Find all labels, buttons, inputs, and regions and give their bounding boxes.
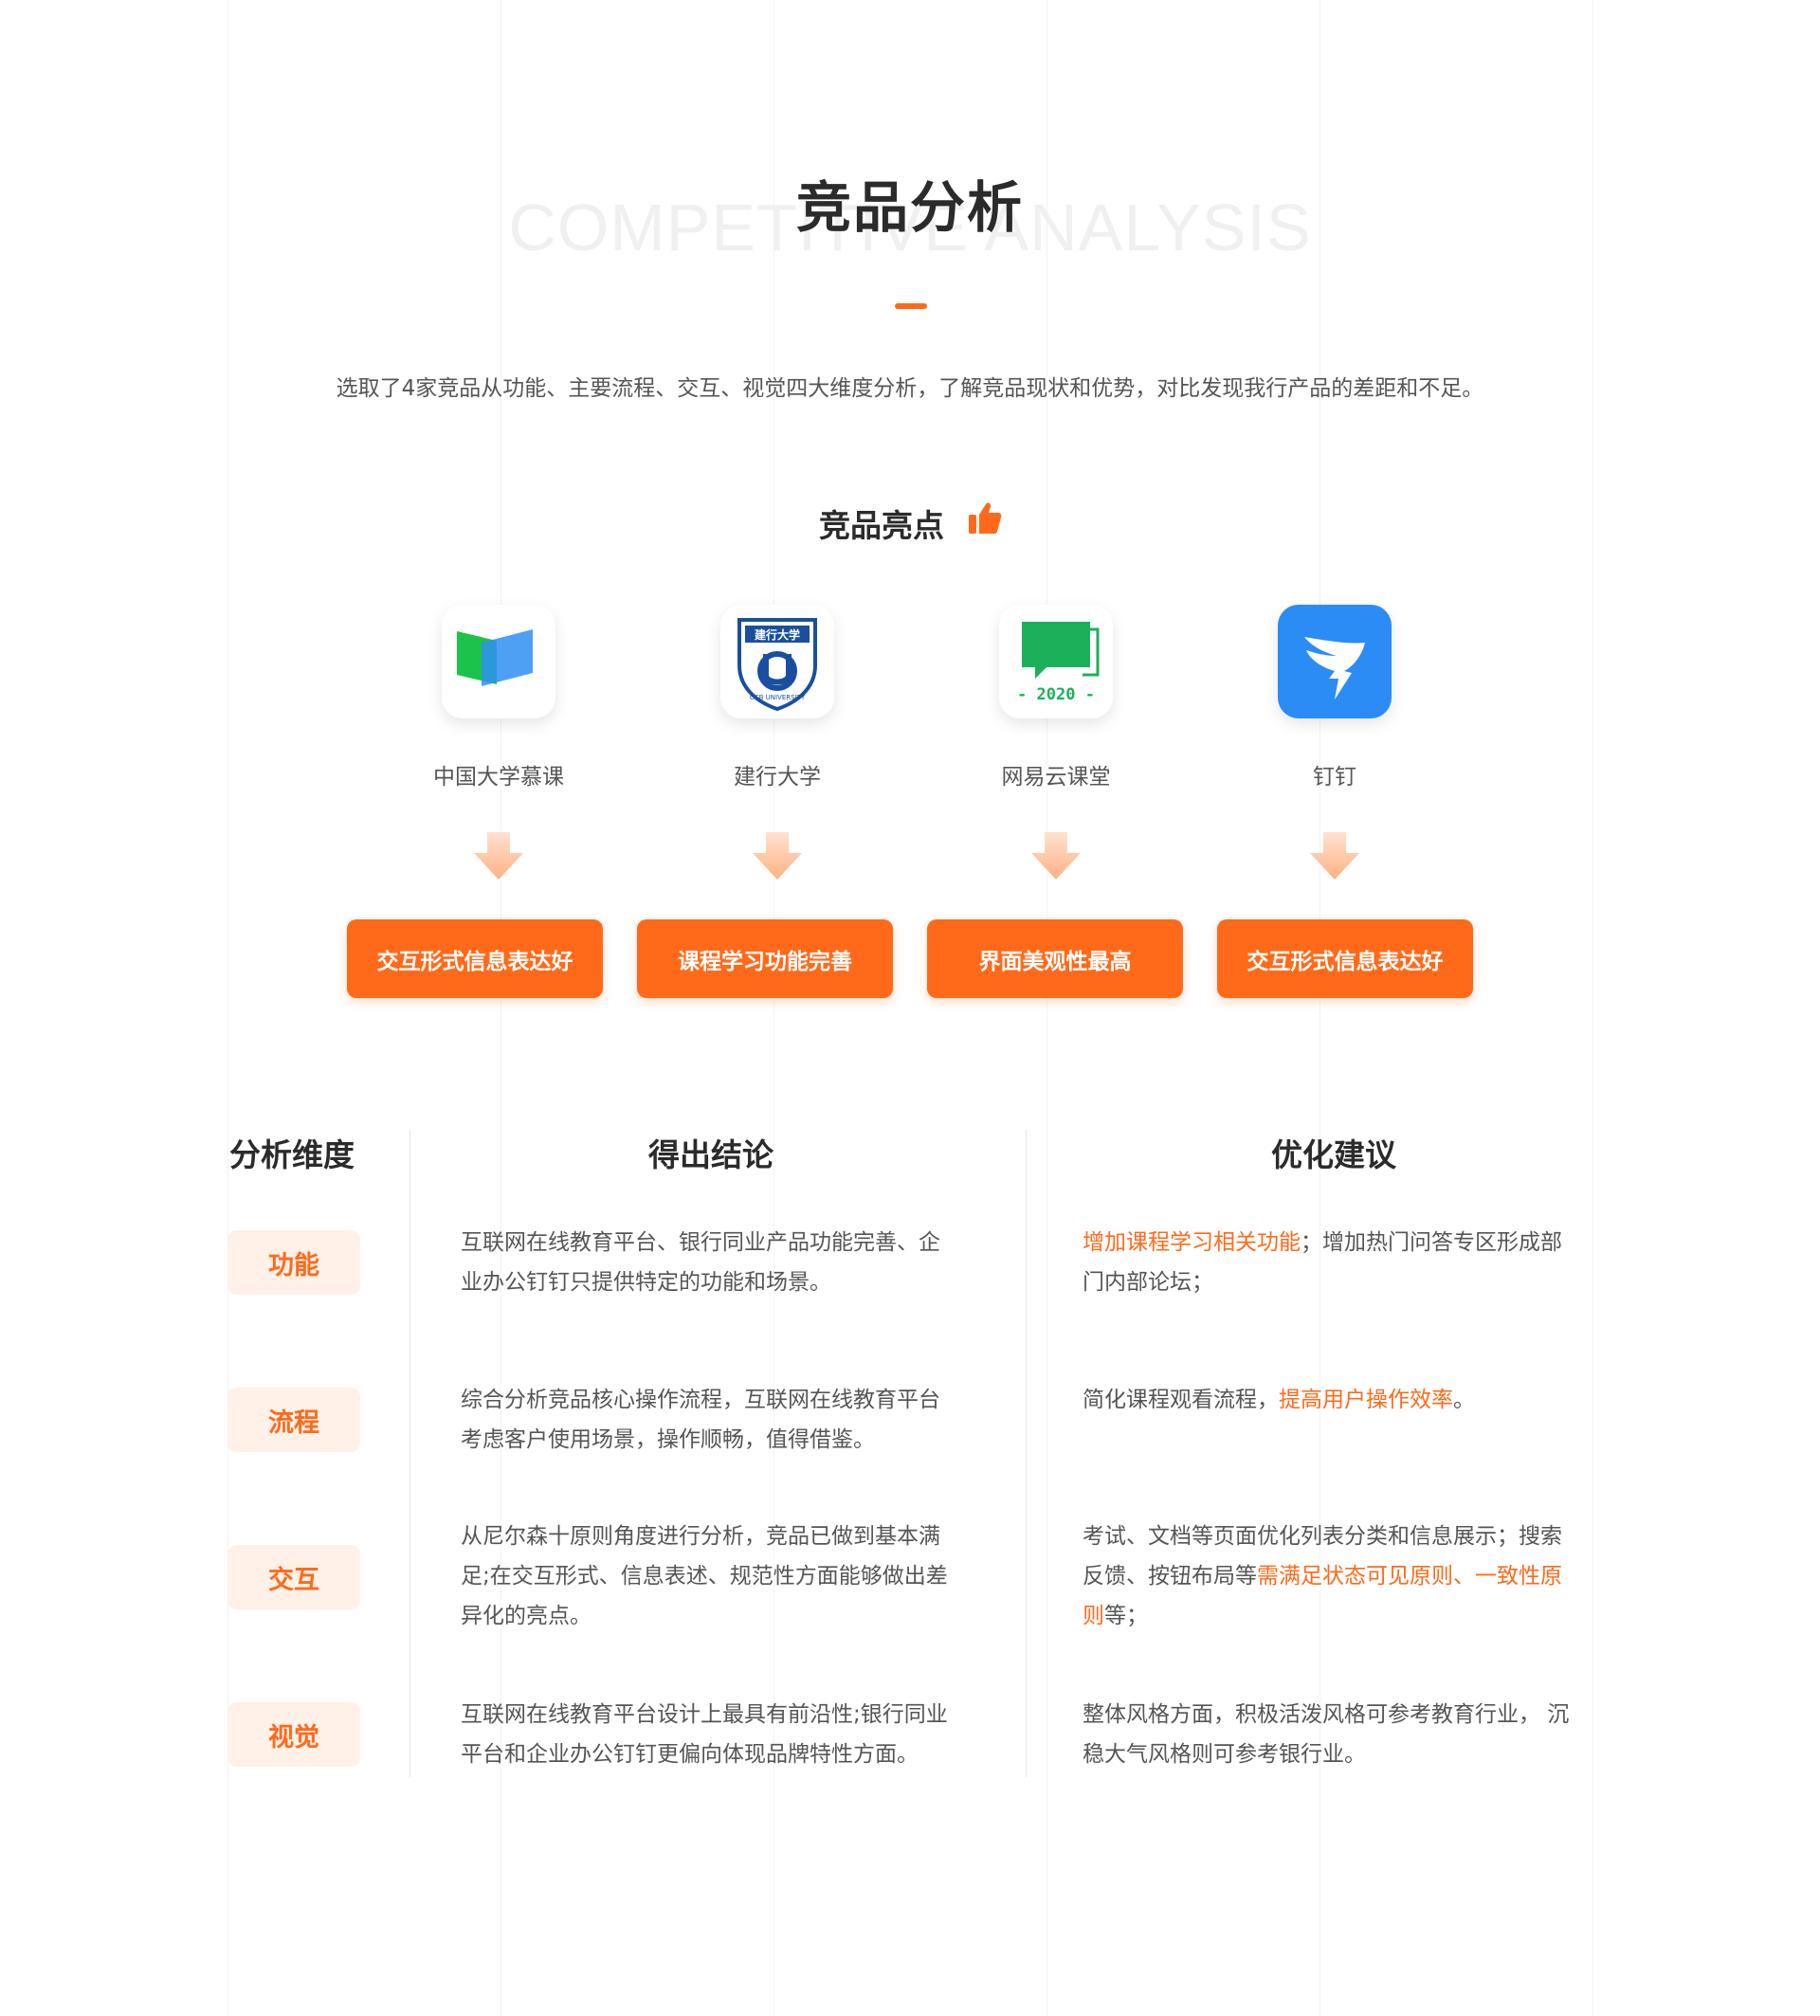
highlighted-suggestion-text: 需满足状态可见原则、一致性原 bbox=[1257, 1564, 1562, 1589]
text-line: 增加课程学习相关功能；增加热门问答专区形成部 bbox=[1083, 1223, 1562, 1262]
suggestion-segment: 考试、文档等页面优化列表分类和信息展示；搜索 bbox=[1083, 1524, 1562, 1549]
text-line: 反馈、按钮布局等需满足状态可见原则、一致性原 bbox=[1083, 1556, 1562, 1596]
conclusion-text: 互联网在线教育平台设计上最具有前沿性;银行同业 平台和企业办公钉钉更偏向体现品牌… bbox=[461, 1695, 948, 1774]
highlighted-suggestion-text: 提高用户操作效率 bbox=[1279, 1388, 1453, 1412]
text-line: 平台和企业办公钉钉更偏向体现品牌特性方面。 bbox=[461, 1742, 919, 1767]
text-line: 整体风格方面，积极活泼风格可参考教育行业， 沉 bbox=[1083, 1695, 1569, 1734]
column-divider bbox=[1026, 1130, 1027, 1777]
highlight-tag: 课程学习功能完善 bbox=[637, 919, 893, 998]
text-line: 简化课程观看流程，提高用户操作效率。 bbox=[1083, 1380, 1475, 1420]
suggestion-segment: 门内部论坛； bbox=[1083, 1270, 1213, 1295]
highlight-tag: 交互形式信息表达好 bbox=[347, 919, 603, 998]
suggestion-segment: 稳大气风格则可参考银行业。 bbox=[1083, 1742, 1366, 1767]
text-line: 考试、文档等页面优化列表分类和信息展示；搜索 bbox=[1083, 1517, 1562, 1556]
text-line: 综合分析竞品核心操作流程，互联网在线教育平台 bbox=[461, 1388, 940, 1412]
suggestion-text: 考试、文档等页面优化列表分类和信息展示；搜索 反馈、按钮布局等需满足状态可见原则… bbox=[1083, 1517, 1562, 1636]
arrow-down-icon bbox=[753, 832, 802, 880]
suggestion-segment: ；增加热门问答专区形成部 bbox=[1301, 1230, 1562, 1255]
thumbs-up-icon bbox=[969, 502, 1002, 534]
guide-line bbox=[1046, 0, 1047, 2016]
highlights-title: 竞品亮点 bbox=[819, 507, 944, 544]
text-line: 业办公钉钉只提供特定的功能和场景。 bbox=[461, 1270, 831, 1295]
ccb-logo-text: 建行大学 bbox=[754, 627, 800, 642]
title-underline bbox=[895, 303, 927, 309]
suggestion-segment: 整体风格方面，积极活泼风格可参考教育行业， 沉 bbox=[1083, 1702, 1570, 1727]
netease-cloud-classroom-app-icon: - 2020 - bbox=[999, 605, 1113, 718]
suggestion-segment: 等； bbox=[1104, 1604, 1148, 1628]
arrow-down-icon bbox=[474, 832, 523, 880]
column-header-suggestion: 优化建议 bbox=[1271, 1136, 1396, 1173]
product-name: 网易云课堂 bbox=[1001, 765, 1111, 790]
conclusion-text: 互联网在线教育平台、银行同业产品功能完善、企 业办公钉钉只提供特定的功能和场景。 bbox=[461, 1223, 940, 1302]
suggestion-text: 简化课程观看流程，提高用户操作效率。 bbox=[1083, 1380, 1475, 1420]
conclusion-text: 综合分析竞品核心操作流程，互联网在线教育平台 考虑客户使用场景，操作顺畅，值得借… bbox=[461, 1380, 940, 1460]
text-line: 互联网在线教育平台、银行同业产品功能完善、企 bbox=[461, 1230, 940, 1255]
intro-text: 选取了4家竞品从功能、主要流程、交互、视觉四大维度分析，了解竞品现状和优势，对比… bbox=[336, 376, 1484, 401]
column-header-dimension: 分析维度 bbox=[229, 1136, 355, 1173]
page-title: 竞品分析 bbox=[795, 175, 1024, 240]
text-line: 异化的亮点。 bbox=[461, 1604, 592, 1628]
text-line: 考虑客户使用场景，操作顺畅，值得借鉴。 bbox=[461, 1427, 875, 1452]
netease-logo-year: - 2020 - bbox=[1017, 685, 1095, 704]
highlight-tag: 交互形式信息表达好 bbox=[1217, 919, 1473, 998]
text-line: 则等； bbox=[1083, 1596, 1562, 1636]
highlighted-suggestion-text: 则 bbox=[1083, 1604, 1104, 1628]
text-line: 从尼尔森十原则角度进行分析，竞品已做到基本满 bbox=[461, 1524, 940, 1549]
arrow-down-icon bbox=[1310, 832, 1359, 880]
column-header-conclusion: 得出结论 bbox=[648, 1136, 774, 1173]
suggestion-segment: 简化课程观看流程， bbox=[1083, 1388, 1279, 1412]
dimension-badge: 功能 bbox=[228, 1230, 360, 1295]
text-line: 互联网在线教育平台设计上最具有前沿性;银行同业 bbox=[461, 1702, 948, 1727]
text-line: 门内部论坛； bbox=[1083, 1262, 1562, 1302]
suggestion-text: 整体风格方面，积极活泼风格可参考教育行业， 沉 稳大气风格则可参考银行业。 bbox=[1083, 1695, 1569, 1774]
suggestion-text: 增加课程学习相关功能；增加热门问答专区形成部 门内部论坛； bbox=[1083, 1223, 1562, 1302]
text-line: 稳大气风格则可参考银行业。 bbox=[1083, 1734, 1569, 1774]
arrow-down-icon bbox=[1031, 832, 1081, 880]
dingtalk-app-icon bbox=[1278, 605, 1392, 718]
highlight-tag: 界面美观性最高 bbox=[927, 919, 1183, 998]
product-name: 建行大学 bbox=[734, 765, 821, 790]
product-name: 钉钉 bbox=[1313, 765, 1356, 790]
icourse-app-icon bbox=[442, 605, 555, 718]
product-name: 中国大学慕课 bbox=[433, 765, 564, 790]
dimension-badge: 交互 bbox=[228, 1545, 360, 1609]
text-line: 足;在交互形式、信息表述、规范性方面能够做出差 bbox=[461, 1564, 948, 1589]
suggestion-segment: 。 bbox=[1453, 1388, 1475, 1412]
guide-line bbox=[1592, 0, 1593, 2016]
conclusion-text: 从尼尔森十原则角度进行分析，竞品已做到基本满 足;在交互形式、信息表述、规范性方… bbox=[461, 1517, 948, 1636]
highlighted-suggestion-text: 增加课程学习相关功能 bbox=[1083, 1230, 1301, 1255]
ccb-logo-ring: CCB UNIVERSITY bbox=[750, 694, 806, 701]
dimension-badge: 流程 bbox=[228, 1388, 360, 1452]
ccb-university-app-icon: 建行大学 CCB UNIVERSITY bbox=[720, 605, 834, 718]
suggestion-segment: 反馈、按钮布局等 bbox=[1083, 1564, 1257, 1589]
dimension-badge: 视觉 bbox=[228, 1702, 360, 1767]
